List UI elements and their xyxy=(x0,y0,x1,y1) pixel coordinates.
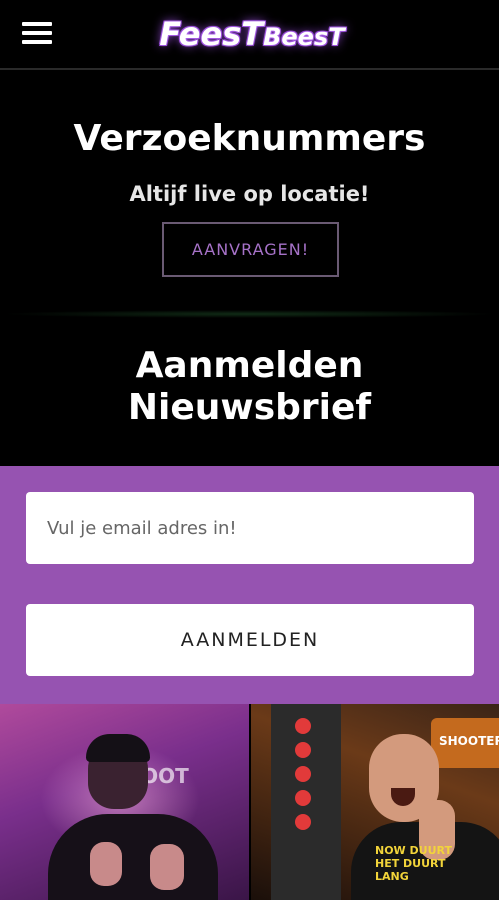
logo-text: FeesTBeesT xyxy=(159,15,344,53)
red-ball xyxy=(295,790,311,806)
red-ball xyxy=(295,718,311,734)
top-bar: FeesTBeesT xyxy=(0,0,499,70)
shooter-photo[interactable]: SHOOTER NOW DUURT HET DUURT LANG xyxy=(251,704,499,900)
menu-line xyxy=(22,22,52,26)
red-ball xyxy=(295,742,311,758)
red-ball xyxy=(295,766,311,782)
shooter-sign-text: SHOOTER xyxy=(439,734,499,748)
newsletter-title-line1: Aanmelden xyxy=(135,345,364,386)
photo-gallery: SHOOT SHOOTER NOW DUURT HET DUURT LANG xyxy=(0,704,499,900)
hamburger-menu-icon[interactable] xyxy=(22,22,52,46)
person-body xyxy=(48,814,218,900)
shirt-text: NOW DUURT HET DUURT LANG xyxy=(375,844,452,883)
requests-section: Verzoeknummers Altijf live op locatie! A… xyxy=(0,72,499,312)
logo-text-small: BeesT xyxy=(263,23,345,51)
thumb-up-left xyxy=(90,842,122,886)
red-ball xyxy=(295,814,311,830)
menu-line xyxy=(22,40,52,44)
newsletter-form: AANMELDEN xyxy=(0,466,499,704)
signup-button[interactable]: AANMELDEN xyxy=(26,604,474,676)
newsletter-title-line2: Nieuwsbrief xyxy=(127,387,372,428)
request-button[interactable]: AANVRAGEN! xyxy=(162,222,339,277)
logo-text-big: FeesT xyxy=(159,15,264,53)
email-input[interactable] xyxy=(26,492,474,564)
requests-subtitle: Altijf live op locatie! xyxy=(129,182,370,206)
feestbeest-logo[interactable]: FeesTBeesT xyxy=(138,12,366,56)
menu-line xyxy=(22,31,52,35)
section-divider xyxy=(0,310,499,318)
requests-title: Verzoeknummers xyxy=(73,118,426,159)
newsletter-title: Aanmelden Nieuwsbrief xyxy=(0,345,499,429)
thumb-up-right xyxy=(150,844,184,890)
dj-photo[interactable]: SHOOT xyxy=(0,704,249,900)
person-cap xyxy=(86,734,150,762)
